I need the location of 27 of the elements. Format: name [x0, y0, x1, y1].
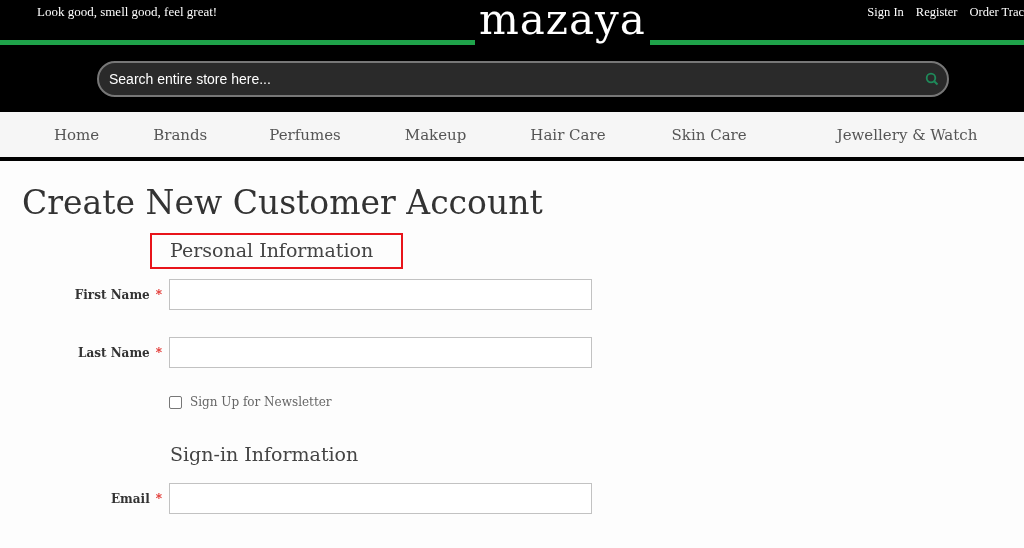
nav-item[interactable]: Makeup: [404, 125, 467, 144]
header-link[interactable]: Register: [915, 5, 958, 40]
checkbox-label[interactable]: Sign Up for Newsletter: [190, 395, 332, 409]
nav-item[interactable]: Perfumes: [269, 125, 341, 144]
input-field[interactable]: [169, 337, 592, 368]
tagline: Look good, smell good, feel great!: [36, 3, 218, 21]
section-heading: Personal Information: [150, 233, 404, 269]
section-heading: Sign-in Information: [169, 442, 360, 467]
checkbox[interactable]: [169, 395, 182, 409]
field-label: Last Name: [77, 345, 150, 360]
field-label: Email: [110, 491, 150, 506]
input-field[interactable]: [169, 483, 592, 514]
page-title: Create New Customer Account: [22, 182, 544, 224]
nav-item[interactable]: Jewellery & Watch: [836, 125, 978, 144]
required-mark: *: [155, 345, 162, 360]
required-mark: *: [155, 491, 162, 506]
required-mark: *: [155, 287, 162, 302]
input-field[interactable]: [169, 279, 592, 310]
nav-item[interactable]: Brands: [153, 125, 208, 144]
header-link[interactable]: Order Trac: [969, 5, 1024, 40]
nav-item[interactable]: Skin Care: [671, 125, 747, 144]
search-icon[interactable]: [925, 72, 939, 86]
nav-item[interactable]: Hair Care: [530, 125, 606, 144]
nav-item[interactable]: Home: [54, 125, 100, 144]
header-link[interactable]: Sign In: [867, 5, 904, 40]
search-field[interactable]: Search entire store here...: [97, 61, 949, 97]
field-label: First Name: [74, 287, 150, 302]
